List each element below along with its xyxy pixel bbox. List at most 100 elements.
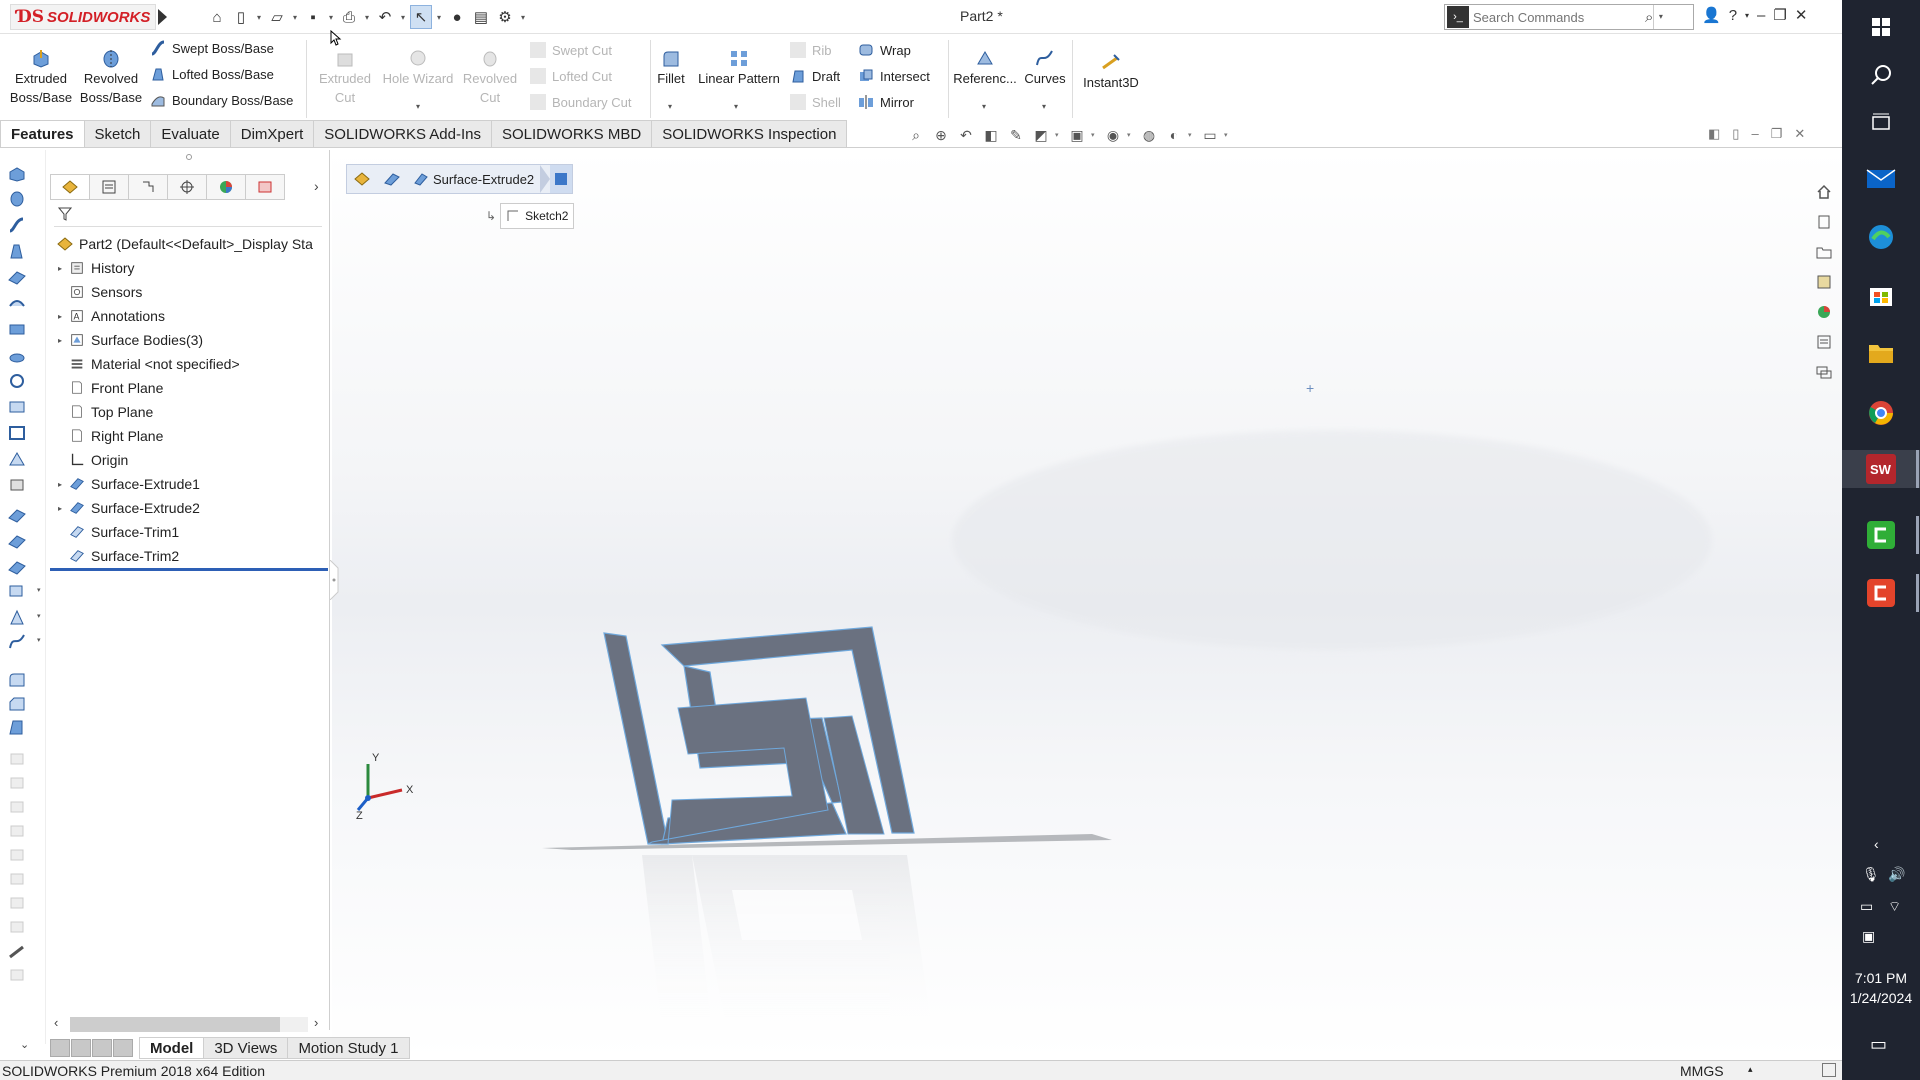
view-orientation-icon[interactable]: ◩ <box>1030 124 1052 146</box>
camtasia-editor-icon[interactable] <box>1862 574 1900 612</box>
model-tab-motion-study-1[interactable]: Motion Study 1 <box>287 1037 410 1059</box>
task-view-icon[interactable] <box>1862 104 1900 142</box>
design-library-icon[interactable] <box>1810 208 1838 236</box>
expand-arrow-icon[interactable]: ▸ <box>54 312 66 321</box>
feature-tree-hscrollbar[interactable]: ‹ › <box>50 1015 330 1035</box>
viewport-restore-icon[interactable]: ❐ <box>1771 126 1783 142</box>
undo-dropdown-icon[interactable]: ▾ <box>398 5 408 29</box>
extend-surface-strip-icon[interactable] <box>7 476 27 494</box>
select-cursor-icon[interactable]: ↖ <box>410 5 432 29</box>
taskbar-search-icon[interactable] <box>1862 56 1900 94</box>
tab-dimxpert-manager[interactable] <box>167 174 207 200</box>
tab-solidworks-inspection[interactable]: SOLIDWORKS Inspection <box>651 120 848 148</box>
zoom-to-fit-icon[interactable]: ⌕ <box>905 124 927 146</box>
instant3d-strip-icon[interactable] <box>7 942 27 960</box>
cut-with-surface-strip-icon[interactable] <box>7 582 27 600</box>
camtasia-recorder-icon[interactable] <box>1862 516 1900 554</box>
custom-properties-icon[interactable] <box>1810 328 1838 356</box>
view-settings-dropdown-icon[interactable]: ▾ <box>1224 131 1232 139</box>
swept-cut-button[interactable]: Swept Cut <box>530 42 612 58</box>
lofted-boss-button[interactable]: Lofted Boss/Base <box>150 66 274 82</box>
appearances-scenes-icon[interactable] <box>1810 298 1838 326</box>
home-icon[interactable]: ⌂ <box>206 5 228 29</box>
options-dropdown-icon[interactable]: ▾ <box>518 5 528 29</box>
show-hidden-icons-icon[interactable]: ‹ <box>1874 836 1879 852</box>
tree-item-top-plane[interactable]: Top Plane <box>50 400 330 424</box>
curves-strip-icon[interactable] <box>7 632 27 650</box>
hole-wizard-dropdown-icon[interactable]: ▾ <box>416 102 420 111</box>
search-icon[interactable]: ⌕ <box>1645 9 1653 26</box>
disabled-tool-5-icon[interactable] <box>7 846 27 864</box>
tab-display-manager[interactable] <box>206 174 246 200</box>
chrome-browser-icon[interactable] <box>1862 394 1900 432</box>
feature-tree-root[interactable]: Part2 (Default<<Default>_Display Sta <box>50 232 330 256</box>
extruded-cut-button[interactable]: Extruded Cut <box>312 48 378 107</box>
help-icon[interactable]: ? <box>1729 7 1737 24</box>
expand-arrow-icon[interactable]: ▸ <box>54 480 66 489</box>
apply-scene-icon[interactable]: ◐ <box>1163 124 1185 146</box>
surface-flatten-strip-icon[interactable] <box>7 558 27 576</box>
battery-icon[interactable]: ▭ <box>1860 898 1873 915</box>
select-dropdown-icon[interactable]: ▾ <box>434 5 444 29</box>
view-settings-icon[interactable]: ▭ <box>1199 124 1221 146</box>
solidworks-resources-icon[interactable] <box>1810 178 1838 206</box>
draft-strip-icon[interactable] <box>7 718 27 736</box>
extruded-boss-strip-icon[interactable] <box>7 164 27 182</box>
disabled-tool-1-icon[interactable] <box>7 750 27 768</box>
minimize-icon[interactable]: – <box>1757 7 1765 24</box>
reference-geometry-button[interactable]: Referenc... <box>952 48 1018 88</box>
cut-with-surface-dropdown-icon[interactable]: ▾ <box>37 586 41 594</box>
surface-revolve-strip-icon[interactable] <box>7 294 27 312</box>
disabled-tool-3-icon[interactable] <box>7 798 27 816</box>
tree-item-sensors[interactable]: Sensors <box>50 280 330 304</box>
tree-item-front-plane[interactable]: Front Plane <box>50 376 330 400</box>
save-icon[interactable]: ▪ <box>302 5 324 29</box>
rib-button[interactable]: Rib <box>790 42 832 58</box>
edge-browser-icon[interactable] <box>1862 218 1900 256</box>
swept-boss-button[interactable]: Swept Boss/Base <box>150 40 274 56</box>
restore-icon[interactable]: ❐ <box>1773 6 1786 24</box>
scroll-thumb[interactable] <box>70 1017 280 1032</box>
close-icon[interactable]: ✕ <box>1795 6 1808 24</box>
scroll-right-icon[interactable]: › <box>314 1015 318 1030</box>
traffic-light-icon[interactable]: ● <box>446 5 468 29</box>
reference-geometry-strip-dropdown-icon[interactable]: ▾ <box>37 612 41 620</box>
tab-evaluate[interactable]: Evaluate <box>150 120 231 148</box>
open-folder-icon[interactable]: ▱ <box>266 5 288 29</box>
reference-geometry-strip-icon[interactable] <box>7 608 27 626</box>
offset-surface-strip-icon[interactable] <box>7 346 27 364</box>
planar-surface-strip-icon[interactable] <box>7 320 27 338</box>
surface-model[interactable] <box>603 626 915 845</box>
fm-tabs-next-icon[interactable]: › <box>314 178 319 194</box>
fillet-button[interactable]: Fillet <box>654 48 688 88</box>
tree-item-origin[interactable]: Origin <box>50 448 330 472</box>
expand-arrow-icon[interactable]: ▸ <box>54 336 66 345</box>
fillet-dropdown-icon[interactable]: ▾ <box>668 102 672 111</box>
dynamic-annotation-icon[interactable]: ✎ <box>1005 124 1027 146</box>
disabled-tool-7-icon[interactable] <box>7 894 27 912</box>
disabled-tool-9-icon[interactable] <box>7 966 27 984</box>
fillet-strip-icon[interactable] <box>7 670 27 688</box>
menu-flyout-arrow-icon[interactable] <box>158 9 167 25</box>
view-orientation-dropdown-icon[interactable]: ▾ <box>1055 131 1063 139</box>
graphics-area[interactable]: Y X Z <box>332 150 1842 1060</box>
taskbar-clock[interactable]: 7:01 PM 1/24/2024 <box>1842 968 1920 1008</box>
disabled-tool-8-icon[interactable] <box>7 918 27 936</box>
open-dropdown-icon[interactable]: ▾ <box>290 5 300 29</box>
viewport-tile-icon[interactable]: ◧ <box>1708 126 1720 142</box>
tab-dimxpert[interactable]: DimXpert <box>229 120 315 148</box>
tab-first-icon[interactable] <box>50 1039 70 1057</box>
search-dropdown-icon[interactable]: ▾ <box>1653 5 1667 29</box>
tree-item-surface-extrude2[interactable]: ▸ Surface-Extrude2 <box>50 496 330 520</box>
solidworks-forum-icon[interactable] <box>1810 358 1838 386</box>
wrap-button[interactable]: Wrap <box>858 42 911 58</box>
tree-item-history[interactable]: ▸ History <box>50 256 330 280</box>
tab-cam-manager[interactable] <box>245 174 285 200</box>
expand-strip-icon[interactable]: ⌄ <box>20 1038 29 1051</box>
selection-filter-icon[interactable] <box>550 165 573 193</box>
windows-start-icon[interactable] <box>1862 8 1900 46</box>
notification-center-icon[interactable]: ▭ <box>1870 1034 1887 1055</box>
volume-icon[interactable]: 🔊 <box>1888 866 1905 883</box>
save-dropdown-icon[interactable]: ▾ <box>326 5 336 29</box>
revolved-boss-button[interactable]: Revolved Boss/Base <box>78 48 144 107</box>
